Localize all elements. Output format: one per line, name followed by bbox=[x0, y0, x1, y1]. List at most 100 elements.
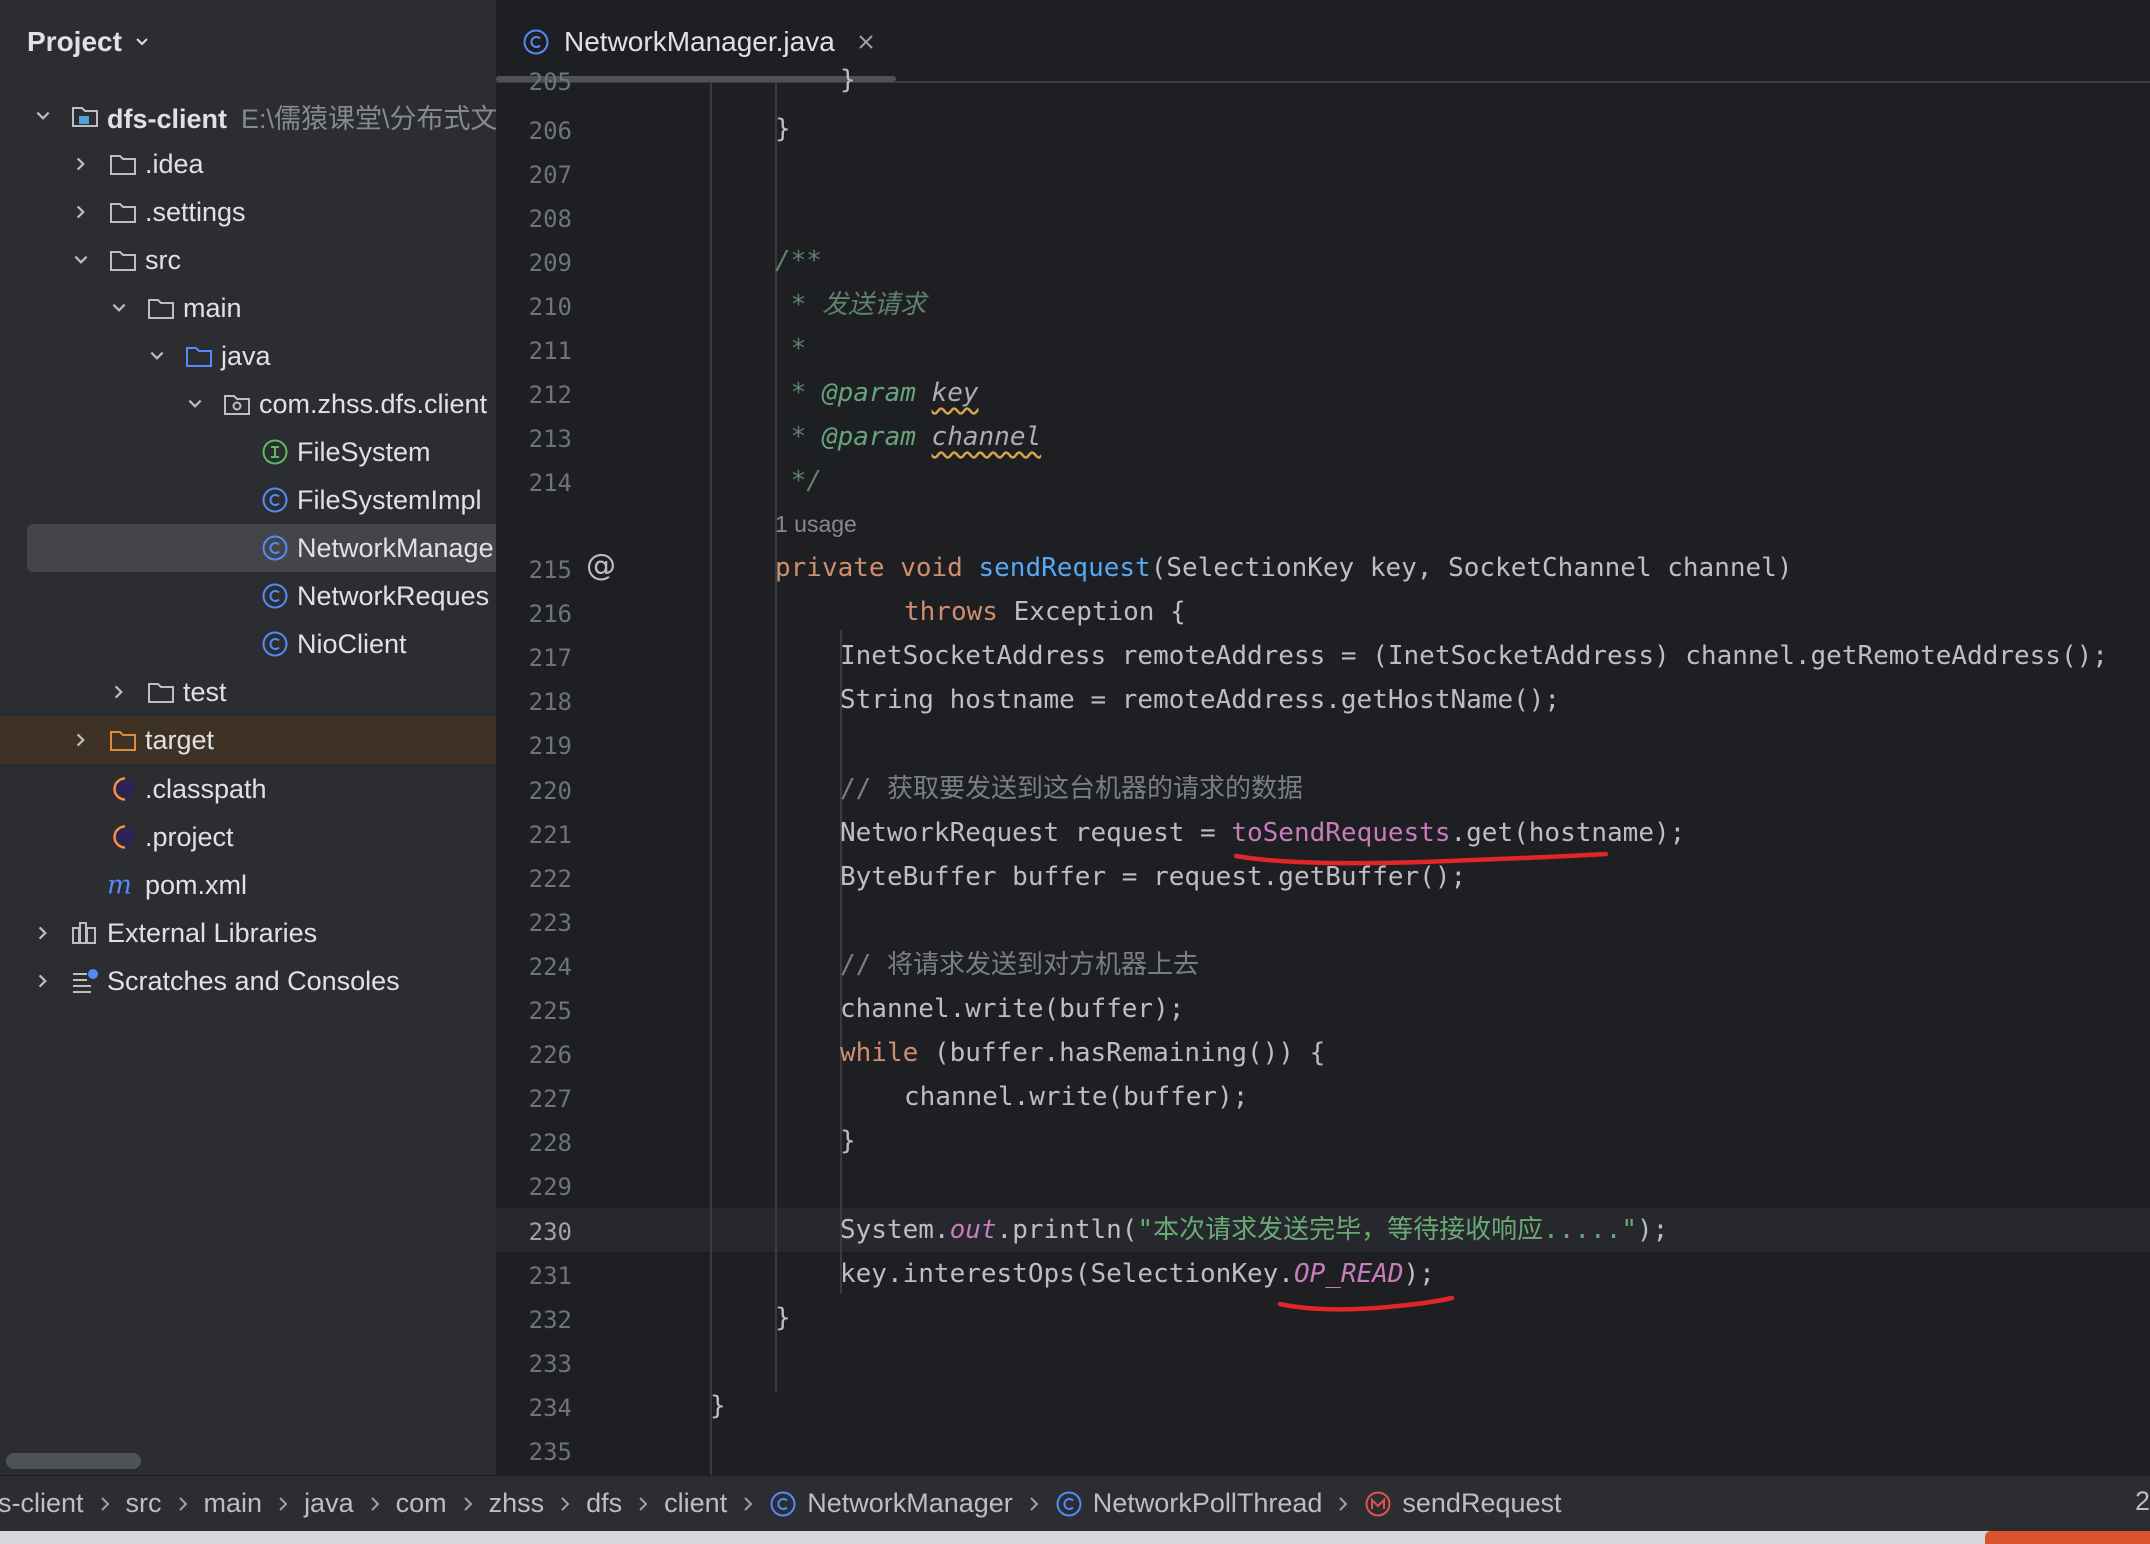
maven-icon: m bbox=[106, 870, 136, 900]
breadcrumb-item[interactable]: zhss bbox=[489, 1488, 587, 1519]
breadcrumb-item[interactable]: dfs bbox=[586, 1488, 664, 1519]
tree-item-idea[interactable]: .idea bbox=[0, 140, 496, 188]
status-strip bbox=[0, 1531, 2150, 1544]
line-number: 233 bbox=[528, 1350, 572, 1378]
code-line-212: * @param key bbox=[775, 378, 979, 408]
line-number: 212 bbox=[528, 381, 572, 409]
chevron-down-icon[interactable] bbox=[108, 297, 130, 319]
code-editor[interactable]: NetworkManager.java 205 206 207 208 209 210 21… bbox=[496, 0, 2150, 1475]
breadcrumb-item[interactable]: src bbox=[126, 1488, 204, 1519]
close-icon[interactable] bbox=[857, 33, 875, 51]
line-number: 217 bbox=[528, 644, 572, 672]
code-line-217: InetSocketAddress remoteAddress = (InetS… bbox=[840, 641, 2108, 671]
code-line-226: while (buffer.hasRemaining()) { bbox=[840, 1038, 1326, 1068]
chevron-right-icon[interactable] bbox=[108, 681, 130, 703]
breadcrumb-item[interactable]: java bbox=[304, 1488, 396, 1519]
tab-networkmanager[interactable]: NetworkManager.java bbox=[522, 20, 875, 64]
chevron-down-icon[interactable] bbox=[70, 249, 92, 271]
tree-item-test[interactable]: test bbox=[0, 668, 496, 716]
tree-item-nioclient[interactable]: NioClient bbox=[0, 620, 496, 668]
svg-text:@: @ bbox=[586, 548, 616, 582]
tree-item-dfs-client[interactable]: dfs-client E:\儒猿课堂\分布式文 bbox=[0, 92, 496, 140]
editor-tab-bar: NetworkManager.java bbox=[496, 0, 2150, 83]
breadcrumb-item[interactable]: NetworkManager bbox=[769, 1488, 1055, 1519]
project-path-hint: E:\儒猿课堂\分布式文 bbox=[241, 103, 496, 134]
breadcrumb-item[interactable]: NetworkPollThread bbox=[1055, 1488, 1365, 1519]
line-number: 206 bbox=[528, 117, 572, 145]
chevron-right-icon[interactable] bbox=[70, 729, 92, 751]
breadcrumb-item[interactable]: main bbox=[204, 1488, 305, 1519]
tree-item-filesystem[interactable]: FileSystem bbox=[0, 428, 496, 476]
red-underline-annotation bbox=[1277, 1295, 1455, 1312]
folder-icon bbox=[108, 197, 138, 227]
chevron-right-icon bbox=[279, 1496, 288, 1511]
tree-item-networkmanager[interactable]: NetworkManage bbox=[27, 524, 496, 572]
chevron-down-icon[interactable] bbox=[32, 105, 54, 127]
tree-item-label: test bbox=[183, 676, 227, 707]
excluded-folder-icon bbox=[108, 725, 138, 755]
line-number: 220 bbox=[528, 777, 572, 805]
chevron-down-icon[interactable] bbox=[184, 393, 206, 415]
line-number: 231 bbox=[528, 1262, 572, 1290]
tree-item-label: FileSystemImpl bbox=[297, 484, 482, 515]
tree-item-java[interactable]: java bbox=[0, 332, 496, 380]
tree-item-networkrequest[interactable]: NetworkReques bbox=[0, 572, 496, 620]
breadcrumb-label: com bbox=[395, 1488, 447, 1518]
project-view-selector[interactable]: Project bbox=[27, 22, 150, 62]
breadcrumb-item[interactable]: sendRequest bbox=[1364, 1488, 1562, 1519]
interface-icon bbox=[260, 437, 290, 467]
chevron-right-icon[interactable] bbox=[32, 922, 54, 944]
tree-item-target[interactable]: target bbox=[0, 716, 496, 764]
code-line-234: } bbox=[710, 1391, 726, 1421]
tree-item-scratches[interactable]: Scratches and Consoles bbox=[0, 957, 496, 1005]
chevron-right-icon bbox=[1030, 1496, 1039, 1511]
line-number: 209 bbox=[528, 249, 572, 277]
tree-item-external-libraries[interactable]: External Libraries bbox=[0, 909, 496, 957]
chevron-right-icon bbox=[1339, 1496, 1348, 1511]
breadcrumb-label: java bbox=[304, 1488, 354, 1518]
chevron-right-icon[interactable] bbox=[32, 970, 54, 992]
tree-item-project[interactable]: .project bbox=[0, 813, 496, 861]
tree-item-src[interactable]: src bbox=[0, 236, 496, 284]
status-accent bbox=[1985, 1531, 2150, 1544]
tree-item-pom[interactable]: m pom.xml bbox=[0, 861, 496, 909]
line-number: 208 bbox=[528, 205, 572, 233]
code-line-227: channel.write(buffer); bbox=[904, 1082, 1249, 1112]
code-line-214: */ bbox=[775, 466, 822, 496]
code-line-230: System.out.println("本次请求发送完毕，等待接收响应.....… bbox=[840, 1215, 1669, 1245]
tree-item-package[interactable]: com.zhss.dfs.client bbox=[0, 380, 496, 428]
chevron-right-icon[interactable] bbox=[70, 153, 92, 175]
tree-item-label: FileSystem bbox=[297, 436, 431, 467]
tree-item-filesystemimpl[interactable]: FileSystemImpl bbox=[0, 476, 496, 524]
usage-hint[interactable]: 1 usage bbox=[775, 511, 857, 538]
line-number: 213 bbox=[528, 425, 572, 453]
method-icon bbox=[1365, 1491, 1391, 1516]
breadcrumb-label: sendRequest bbox=[1402, 1488, 1562, 1518]
status-text: 2 bbox=[2134, 1486, 2150, 1516]
code-line-210: * 发送请求 bbox=[775, 290, 926, 320]
breadcrumb-item[interactable]: client bbox=[664, 1488, 769, 1519]
chevron-right-icon bbox=[178, 1496, 187, 1511]
class-icon bbox=[260, 581, 290, 611]
breadcrumb-item[interactable]: s-client bbox=[0, 1488, 126, 1519]
line-number: 226 bbox=[528, 1041, 572, 1069]
code-line-211: * bbox=[775, 334, 807, 364]
indent-guide bbox=[710, 83, 712, 1475]
tree-item-settings[interactable]: .settings bbox=[0, 188, 496, 236]
line-number: 221 bbox=[528, 821, 572, 849]
code-line-232: } bbox=[775, 1303, 791, 1333]
source-folder-icon bbox=[184, 341, 214, 371]
project-tool-window: Project dfs-client E:\儒猿课堂\分布式文 .idea .se… bbox=[0, 0, 496, 1475]
horizontal-scrollbar[interactable] bbox=[6, 1453, 141, 1469]
tree-item-classpath[interactable]: .classpath bbox=[0, 765, 496, 813]
red-underline-annotation bbox=[1233, 851, 1609, 866]
line-number: 218 bbox=[528, 688, 572, 716]
class-icon bbox=[523, 29, 549, 55]
implements-at-icon[interactable]: @ bbox=[584, 548, 618, 582]
chevron-down-icon[interactable] bbox=[146, 345, 168, 367]
breadcrumb-item[interactable]: com bbox=[396, 1488, 489, 1519]
folder-icon bbox=[146, 677, 176, 707]
chevron-right-icon[interactable] bbox=[70, 201, 92, 223]
tree-item-main[interactable]: main bbox=[0, 284, 496, 332]
class-icon bbox=[1056, 1491, 1082, 1516]
